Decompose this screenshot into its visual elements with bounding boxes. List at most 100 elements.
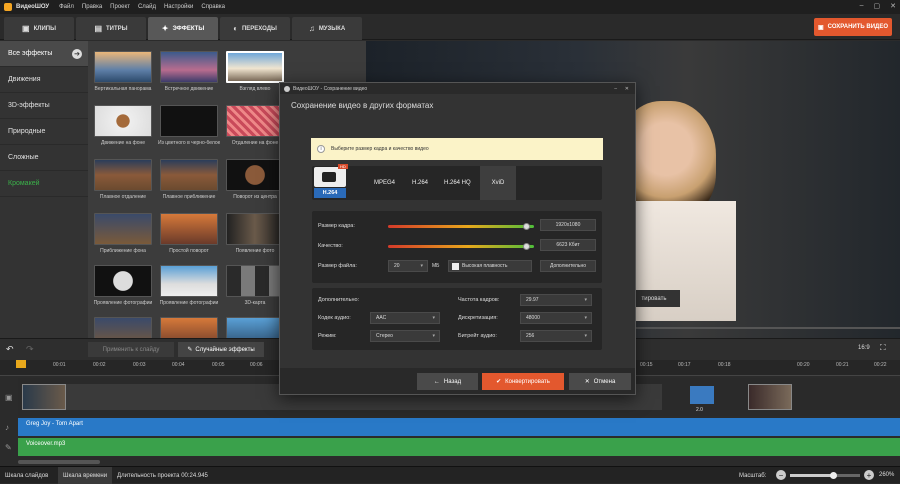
close-icon[interactable]: ✕: [625, 86, 629, 92]
sidebar-item-complex[interactable]: Сложные: [0, 145, 88, 171]
effect-item[interactable]: Плавное приближение: [158, 159, 220, 200]
tab-transitions[interactable]: ◐ ПЕРЕХОДЫ: [220, 17, 290, 40]
audio-codec-label: Кодек аудио:: [318, 315, 351, 321]
arrow-left-icon: ←: [433, 378, 440, 385]
h264-label: H.264: [314, 188, 346, 198]
effect-thumbnail: [160, 105, 218, 137]
mode-select[interactable]: Стерео: [370, 330, 440, 342]
high-smoothness-checkbox[interactable]: Высокая плавность: [448, 260, 532, 272]
effect-item[interactable]: Плавное отдаление: [92, 159, 154, 200]
menu-help[interactable]: Справка: [201, 4, 225, 10]
format-xvid[interactable]: XviD: [480, 166, 516, 200]
sidebar-item-chromakey[interactable]: Кромакей: [0, 171, 88, 197]
menu-settings[interactable]: Настройки: [164, 4, 193, 10]
transition-block[interactable]: [690, 386, 714, 404]
voiceover-track[interactable]: Voiceover.mp3: [18, 438, 900, 456]
tab-time-scale[interactable]: Шкала времени: [58, 467, 113, 484]
tab-effects[interactable]: ✦ ЭФФЕКТЫ: [148, 17, 218, 40]
sampling-select[interactable]: 48000: [520, 312, 592, 324]
effect-label: Проявление фотографии: [93, 300, 153, 306]
video-clip[interactable]: [748, 384, 792, 410]
effect-item[interactable]: Вертикальная панорама: [92, 51, 154, 92]
effect-item[interactable]: Простой поворот: [158, 213, 220, 254]
timeline-scrollbar[interactable]: [18, 460, 100, 464]
sidebar-item-3d[interactable]: 3D-эффекты: [0, 93, 88, 119]
undo-icon[interactable]: ↶: [6, 344, 14, 355]
effect-label: Приближение фона: [100, 248, 146, 254]
minimize-icon[interactable]: –: [860, 2, 864, 10]
audio-codec-select[interactable]: AAC: [370, 312, 440, 324]
back-button[interactable]: ← Назад: [417, 373, 478, 390]
frame-size-slider[interactable]: [388, 225, 534, 228]
zoom-slider[interactable]: [790, 472, 860, 479]
advanced-label: Дополнительно:: [318, 297, 360, 303]
zoom-slider-handle[interactable]: [829, 472, 837, 479]
maximize-icon[interactable]: ▢: [874, 2, 881, 10]
file-size-label: Размер файла:: [318, 263, 357, 269]
quality-slider[interactable]: [388, 245, 534, 248]
format-mpeg4[interactable]: MPEG4: [374, 166, 395, 200]
audio-bitrate-select[interactable]: 256: [520, 330, 592, 342]
menu-slide[interactable]: Слайд: [138, 4, 156, 10]
check-icon: ✔: [496, 379, 502, 385]
effect-item[interactable]: Отдаление на фоне: [224, 105, 286, 146]
zoom-in-icon[interactable]: +: [864, 470, 874, 480]
effect-item[interactable]: Проявление фотографии: [158, 265, 220, 306]
app-icon: [284, 85, 290, 92]
format-h264hq[interactable]: H.264 HQ: [444, 166, 471, 200]
sidebar-item-motion[interactable]: Движения: [0, 67, 88, 93]
tab-music[interactable]: ♫ МУЗЫКА: [292, 17, 362, 40]
tab-clips[interactable]: ▣ КЛИПЫ: [4, 17, 74, 40]
video-clip[interactable]: [22, 384, 66, 410]
aspect-ratio[interactable]: 16:9: [858, 345, 870, 351]
apply-to-slide-button[interactable]: Применить к слайду: [88, 342, 174, 357]
fullscreen-icon[interactable]: ⛶: [880, 343, 886, 353]
sidebar-item-all[interactable]: Все эффекты ➔: [0, 41, 88, 67]
effect-item[interactable]: Из цветного в черно-белое: [158, 105, 220, 146]
zoom-out-icon[interactable]: −: [776, 470, 786, 480]
convert-button[interactable]: ✔ Конвертировать: [482, 373, 564, 390]
effect-item[interactable]: 3D-карта: [224, 265, 286, 306]
menu-project[interactable]: Проект: [110, 4, 130, 10]
convert-label: Конвертировать: [505, 378, 550, 385]
redo-icon[interactable]: ↷: [26, 344, 34, 355]
back-label: Назад: [443, 378, 462, 385]
main-tabs: ▣ КЛИПЫ ▤ ТИТРЫ ✦ ЭФФЕКТЫ ◐ ПЕРЕХОДЫ ♫ МУЗЫКА: [0, 14, 900, 40]
file-size-input[interactable]: 20: [388, 260, 428, 272]
save-video-button[interactable]: ▣ СОХРАНИТЬ ВИДЕО: [814, 18, 892, 36]
effect-item[interactable]: [92, 317, 154, 338]
cancel-button[interactable]: ✕ Отмена: [569, 373, 631, 390]
music-track[interactable]: Greg Joy - Torn Apart: [18, 418, 900, 436]
effect-item[interactable]: Взгляд влево: [224, 51, 286, 92]
menu-edit[interactable]: Правка: [82, 4, 102, 10]
effect-item[interactable]: Встречное движение: [158, 51, 220, 92]
tab-slide-scale[interactable]: Шкала слайдов: [0, 467, 53, 484]
format-h264[interactable]: H.264: [412, 166, 428, 200]
tab-titles[interactable]: ▤ ТИТРЫ: [76, 17, 146, 40]
sidebar-item-nature[interactable]: Природные: [0, 119, 88, 145]
effect-item[interactable]: Проявление фотографии: [92, 265, 154, 306]
effect-thumbnail: [226, 317, 284, 338]
effect-thumbnail: [226, 105, 284, 137]
minimize-icon[interactable]: –: [614, 86, 617, 92]
effect-thumbnail: [226, 51, 284, 83]
playhead[interactable]: [16, 360, 26, 368]
fps-select[interactable]: 29.97: [520, 294, 592, 306]
extra-settings-button[interactable]: Дополнительно: [540, 260, 596, 272]
effect-item[interactable]: [224, 317, 286, 338]
random-label: Случайные эффекты: [195, 346, 255, 353]
effect-item[interactable]: [158, 317, 220, 338]
effect-item[interactable]: Появление фото: [224, 213, 286, 254]
menu-file[interactable]: Файл: [59, 4, 74, 10]
dialog-window-title: ВидеоШОУ - Сохранение видео: [293, 85, 368, 92]
effect-item[interactable]: Движение на фоне: [92, 105, 154, 146]
quality-slider-handle[interactable]: [523, 243, 531, 250]
random-effects-button[interactable]: ✎ Случайные эффекты: [178, 342, 264, 357]
effect-item[interactable]: Приближение фона: [92, 213, 154, 254]
effect-thumbnail: [94, 51, 152, 83]
effect-item[interactable]: Поворот из центра: [224, 159, 286, 200]
sidebar-item-label: Все эффекты: [8, 50, 53, 57]
frame-size-slider-handle[interactable]: [523, 223, 531, 230]
effects-sidebar: Все эффекты ➔ Движения 3D-эффекты Природн…: [0, 41, 88, 338]
close-icon[interactable]: ✕: [890, 2, 896, 10]
